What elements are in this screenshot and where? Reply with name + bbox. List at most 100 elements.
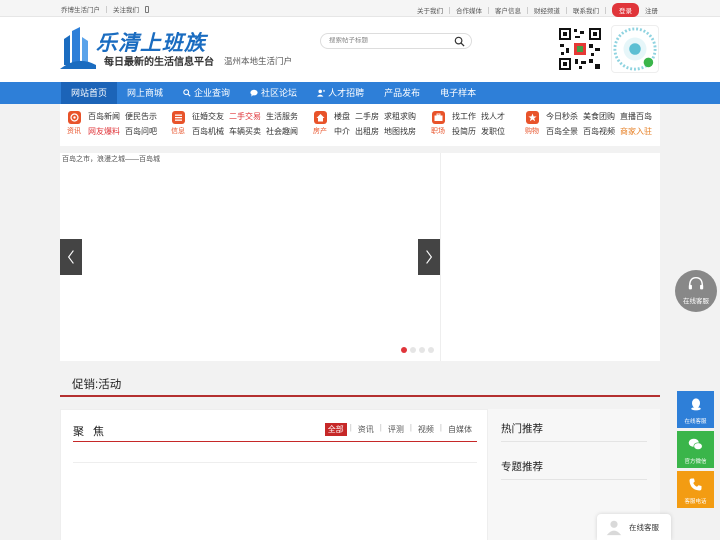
category-link[interactable]: 投简历 (452, 126, 476, 137)
tool-label: 在线客服 (684, 419, 707, 425)
category-link[interactable]: 出租房 (355, 126, 379, 137)
category-badge[interactable]: 房产 (310, 111, 330, 136)
slide-caption[interactable]: 百岛之市，浪漫之城——百岛城 (62, 154, 160, 164)
tab-self-media[interactable]: 自媒体 (445, 423, 475, 436)
category-link[interactable]: 商家入驻 (620, 126, 652, 137)
headset-icon (688, 276, 704, 290)
category-badge[interactable]: 信息 (168, 111, 188, 136)
site-logo[interactable]: 乐清上班族 每日最新的生活信息平台 温州本地生活门户 (60, 25, 300, 77)
category-link[interactable]: 直播百岛 (620, 111, 652, 122)
category-label: 房产 (313, 128, 327, 135)
category-link[interactable]: 生活服务 (266, 111, 298, 122)
tool-label: 官方微信 (684, 459, 707, 465)
follow-link[interactable]: 关注我们 (113, 4, 139, 14)
nav-company-search[interactable]: 企业查询 (173, 82, 240, 104)
category-badge[interactable]: 购物 (522, 111, 542, 136)
category-link[interactable]: 美食团购 (583, 111, 615, 122)
category-link[interactable]: 社会趣闻 (266, 126, 298, 137)
slider-next-button[interactable] (418, 239, 440, 275)
category-link[interactable]: 中介 (334, 126, 350, 137)
divider (73, 462, 477, 463)
category-link[interactable]: 征婚交友 (192, 111, 224, 122)
media-link[interactable]: 合作媒体 (456, 5, 482, 15)
nav-label: 企业查询 (194, 88, 231, 98)
slider-dots (401, 347, 434, 353)
category-link[interactable]: 百岛视频 (583, 126, 615, 137)
category-link[interactable]: 二手房 (355, 111, 379, 122)
category-link[interactable]: 今日秒杀 (546, 111, 578, 122)
nav-catalog[interactable]: 电子样本 (430, 82, 486, 104)
search-input[interactable] (329, 37, 449, 44)
contact-link[interactable]: 联系我们 (573, 5, 599, 15)
category-link[interactable]: 百岛新闻 (88, 111, 120, 122)
tool-online-service[interactable]: 在线客服 (677, 391, 714, 428)
category-link[interactable]: 找工作 (452, 111, 476, 122)
star-icon (527, 113, 537, 122)
main-nav: 网站首页 网上商城 企业查询 社区论坛 人才招聘 产品发布 电子样本 (0, 82, 720, 104)
nav-jobs[interactable]: 人才招聘 (307, 82, 374, 104)
topic-recommend-title: 专题推荐 (501, 461, 543, 473)
divider (605, 6, 606, 14)
tab-news[interactable]: 资讯 (355, 423, 377, 436)
divider: | (409, 423, 412, 432)
category-badge[interactable]: 资讯 (64, 111, 84, 136)
user-add-icon (317, 89, 326, 97)
category-label: 购物 (525, 128, 539, 135)
nav-home[interactable]: 网站首页 (61, 82, 118, 104)
category-link[interactable]: 地图找房 (384, 126, 416, 137)
about-link[interactable]: 关于我们 (417, 5, 443, 15)
category-link[interactable]: 百岛全景 (546, 126, 578, 137)
tab-video[interactable]: 视频 (415, 423, 437, 436)
bottom-service-label: 在线客服 (629, 523, 659, 532)
register-link[interactable]: 注册 (645, 5, 658, 15)
slider-dot[interactable] (410, 347, 416, 353)
nav-mall[interactable]: 网上商城 (117, 82, 173, 104)
category-link[interactable]: 二手交易 (229, 111, 261, 122)
divider (501, 479, 647, 480)
tool-phone[interactable]: 客服电话 (677, 471, 714, 508)
category-link[interactable]: 找人才 (481, 111, 505, 122)
divider (501, 441, 647, 442)
category-badge[interactable]: 职场 (428, 111, 448, 136)
category-link[interactable]: 便民告示 (125, 111, 157, 122)
nav-label: 人才招聘 (328, 88, 365, 98)
customer-link[interactable]: 客户信息 (495, 5, 521, 15)
divider: | (379, 423, 382, 432)
qq-icon (690, 398, 701, 411)
bottom-online-service[interactable]: 在线客服 (597, 514, 671, 540)
category-link[interactable]: 求租求购 (384, 111, 416, 122)
logo-building-icon (60, 27, 96, 69)
focus-tabs: 全部 | 资讯 | 评测 | 视频 | 自媒体 (324, 423, 475, 436)
search-icon[interactable] (454, 36, 465, 47)
divider (449, 6, 450, 14)
login-button[interactable]: 登录 (612, 3, 639, 17)
logo-subtitle: 每日最新的生活信息平台 (104, 57, 214, 68)
finance-link[interactable]: 财经频道 (534, 5, 560, 15)
category-label: 信息 (171, 128, 185, 135)
logo-city: 温州本地生活门户 (224, 56, 293, 66)
category-link[interactable]: 车辆买卖 (229, 126, 261, 137)
online-service-float[interactable]: 在线客服 (675, 270, 717, 312)
tool-wechat[interactable]: 官方微信 (677, 431, 714, 468)
nav-label: 社区论坛 (261, 88, 298, 98)
search-box (320, 33, 472, 49)
slider-dot[interactable] (419, 347, 425, 353)
tab-all[interactable]: 全部 (324, 423, 347, 436)
mobile-icon[interactable] (145, 5, 149, 13)
wechat-icon (688, 438, 703, 450)
tab-review[interactable]: 评测 (385, 423, 407, 436)
category-link[interactable]: 网友爆料 (88, 126, 120, 137)
nav-products[interactable]: 产品发布 (374, 82, 430, 104)
focus-title: 聚 焦 (73, 426, 108, 438)
category-link[interactable]: 百岛机械 (192, 126, 224, 137)
site-link[interactable]: 乔博生活门户 (61, 4, 100, 14)
chat-icon (250, 89, 258, 97)
category-link[interactable]: 发职位 (481, 126, 505, 137)
slider-dot[interactable] (428, 347, 434, 353)
slider-dot[interactable] (401, 347, 407, 353)
category-link[interactable]: 楼盘 (334, 111, 350, 122)
slider-prev-button[interactable] (60, 239, 82, 275)
category-link[interactable]: 百岛问吧 (125, 126, 157, 137)
nav-forum[interactable]: 社区论坛 (240, 82, 307, 104)
category-strip: 资讯 百岛新闻 便民告示 网友爆料 百岛问吧 信息 征婚交友 二手交易 生活服务… (60, 104, 660, 146)
